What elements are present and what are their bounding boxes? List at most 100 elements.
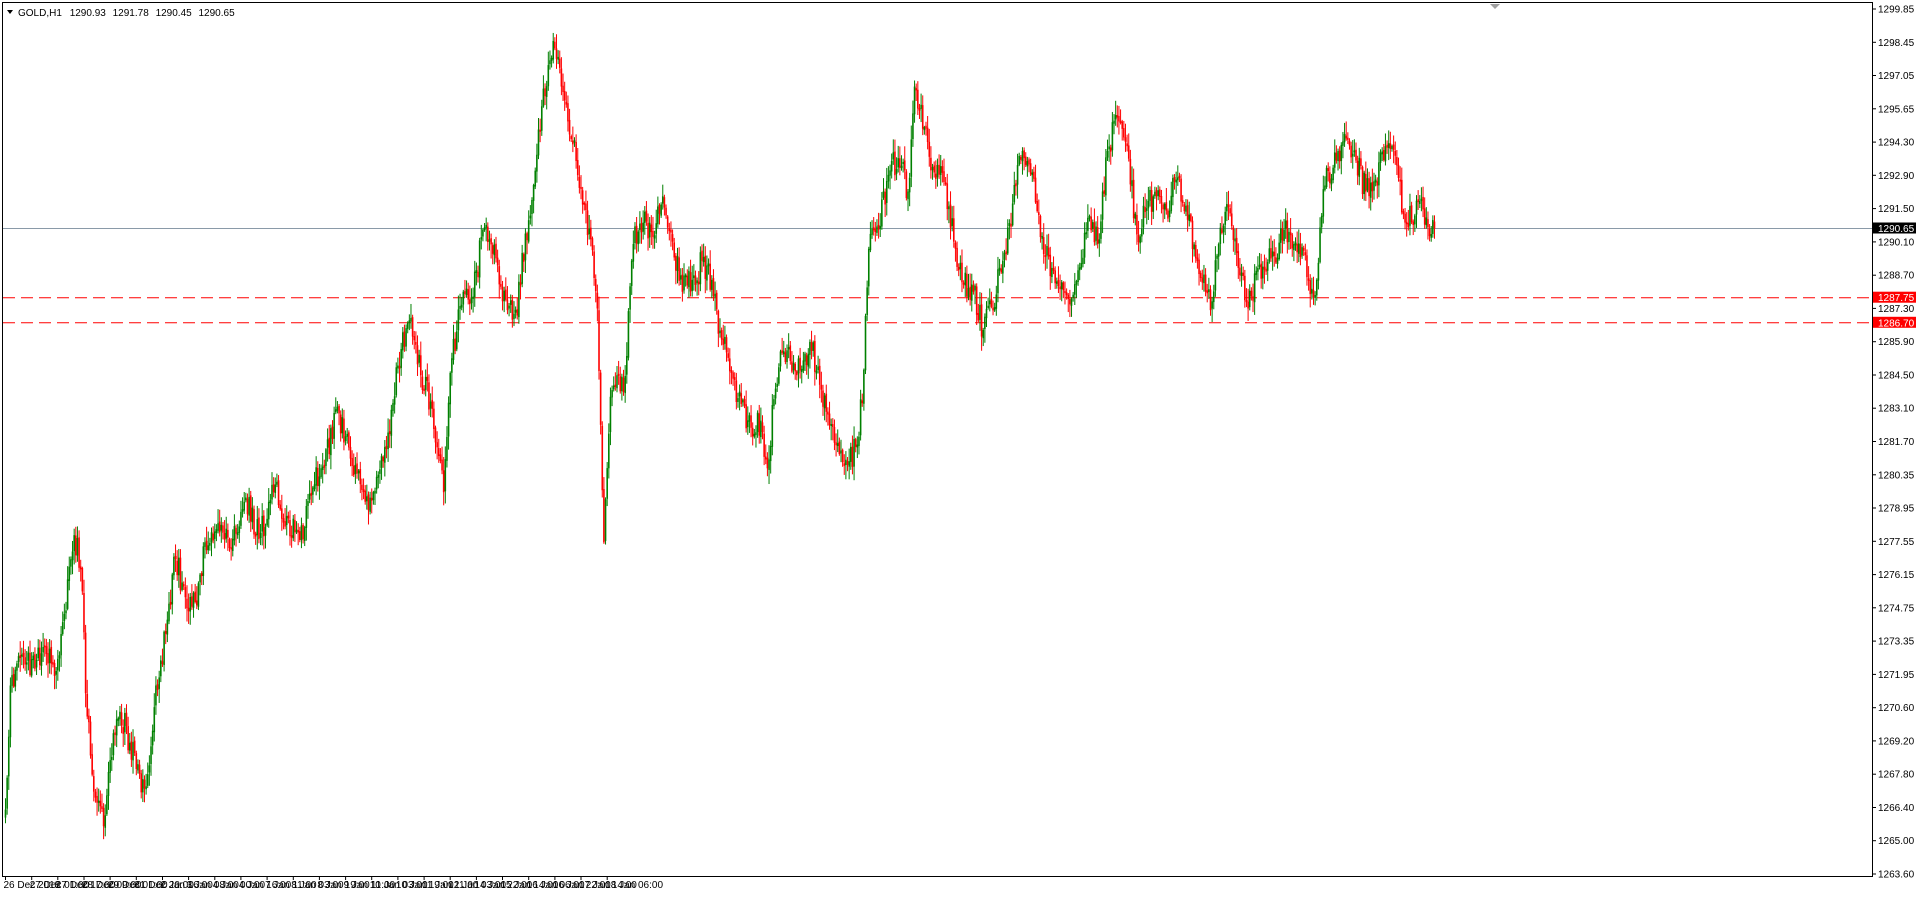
low-value: 1290.45 <box>156 8 193 19</box>
candle <box>1177 165 1179 186</box>
candle <box>959 255 962 281</box>
candle <box>917 81 919 115</box>
chart-window: 1299.85 1298.45 1297.05 1295.65 1294.30 1292.… <box>0 0 1919 902</box>
candle <box>1397 157 1400 182</box>
candle <box>1147 186 1150 220</box>
candle <box>503 286 505 313</box>
candle <box>1046 234 1048 269</box>
candle <box>953 205 955 248</box>
candle <box>902 158 904 173</box>
candle <box>550 55 553 68</box>
candle <box>961 249 963 293</box>
candle <box>1260 253 1262 289</box>
candle <box>830 418 832 441</box>
dropdown-triangle-icon[interactable] <box>7 10 13 14</box>
candle <box>648 216 651 248</box>
candle <box>1286 212 1289 254</box>
candle <box>874 221 877 242</box>
candle <box>915 83 917 101</box>
candle <box>1194 240 1197 263</box>
candle <box>1154 186 1156 199</box>
candle <box>508 302 510 317</box>
price-axis[interactable]: 1299.85 1298.45 1297.05 1295.65 1294.30 1292.… <box>1872 5 1916 881</box>
candle <box>1270 235 1272 262</box>
candle <box>328 424 331 460</box>
candle <box>1284 208 1287 239</box>
candle <box>835 433 837 457</box>
candle <box>802 351 805 374</box>
candle <box>751 422 754 446</box>
candle <box>1160 189 1163 214</box>
candle <box>933 161 935 178</box>
candle <box>1196 249 1199 269</box>
y-tick-label: 1263.60 <box>1878 870 1915 881</box>
candle <box>1240 263 1243 287</box>
candle <box>742 398 744 407</box>
candle <box>552 32 555 64</box>
level-price-tag: 1286.70 <box>1873 316 1916 329</box>
candle <box>415 331 417 354</box>
candle <box>22 640 25 669</box>
candle <box>905 169 908 201</box>
candle <box>975 283 978 326</box>
candle <box>462 289 465 313</box>
candle <box>1031 169 1034 182</box>
candle <box>786 344 788 369</box>
candle <box>84 624 87 708</box>
y-tick-label: 1277.55 <box>1878 537 1915 548</box>
candle <box>205 526 208 555</box>
candle <box>912 100 914 147</box>
candle <box>743 395 746 409</box>
candlestick-chart[interactable]: 1299.85 1298.45 1297.05 1295.65 1294.30 1292.… <box>0 0 1919 902</box>
candle <box>321 452 324 484</box>
candle <box>225 516 228 543</box>
candle <box>467 282 469 305</box>
candle <box>1131 166 1133 199</box>
candle <box>1345 121 1347 141</box>
candle <box>969 273 971 306</box>
candle <box>661 184 664 210</box>
chart-shift-marker-icon[interactable] <box>1490 4 1500 9</box>
candle <box>217 509 219 534</box>
candle <box>1262 261 1264 290</box>
candle <box>1041 232 1043 250</box>
chart-header[interactable]: GOLD,H1 1290.93 1291.78 1290.45 1290.65 <box>7 8 235 19</box>
candle <box>1309 274 1312 308</box>
candle <box>92 769 95 802</box>
candle <box>416 335 419 377</box>
candle <box>254 531 257 545</box>
candle <box>931 163 934 180</box>
candle <box>1242 266 1244 281</box>
candle <box>761 415 764 440</box>
candle <box>1105 149 1107 201</box>
candle <box>585 190 587 224</box>
candle <box>334 397 337 415</box>
candle <box>1347 132 1349 144</box>
candle <box>526 231 528 255</box>
candle <box>390 404 393 449</box>
candle <box>75 526 77 563</box>
candle <box>287 511 290 524</box>
candle <box>500 275 502 290</box>
candle <box>168 592 170 625</box>
candle <box>25 651 28 674</box>
candle <box>1322 175 1325 224</box>
candle <box>907 189 909 212</box>
candle <box>869 221 872 253</box>
time-axis[interactable]: 26 Dec 201827 Dec 01:0027 Dec 17:0028 De… <box>4 876 664 891</box>
candle <box>398 351 401 383</box>
candle <box>691 265 693 297</box>
candle <box>506 286 509 315</box>
candle <box>263 510 265 550</box>
candle <box>573 137 576 147</box>
candle <box>421 370 424 394</box>
candle <box>1360 151 1362 170</box>
candle <box>784 347 787 365</box>
candle <box>97 788 100 812</box>
candle <box>939 154 942 186</box>
candle <box>1335 145 1338 164</box>
candle <box>1247 288 1249 322</box>
candle <box>1141 219 1143 243</box>
candle <box>1405 212 1408 237</box>
candle <box>1353 139 1356 157</box>
